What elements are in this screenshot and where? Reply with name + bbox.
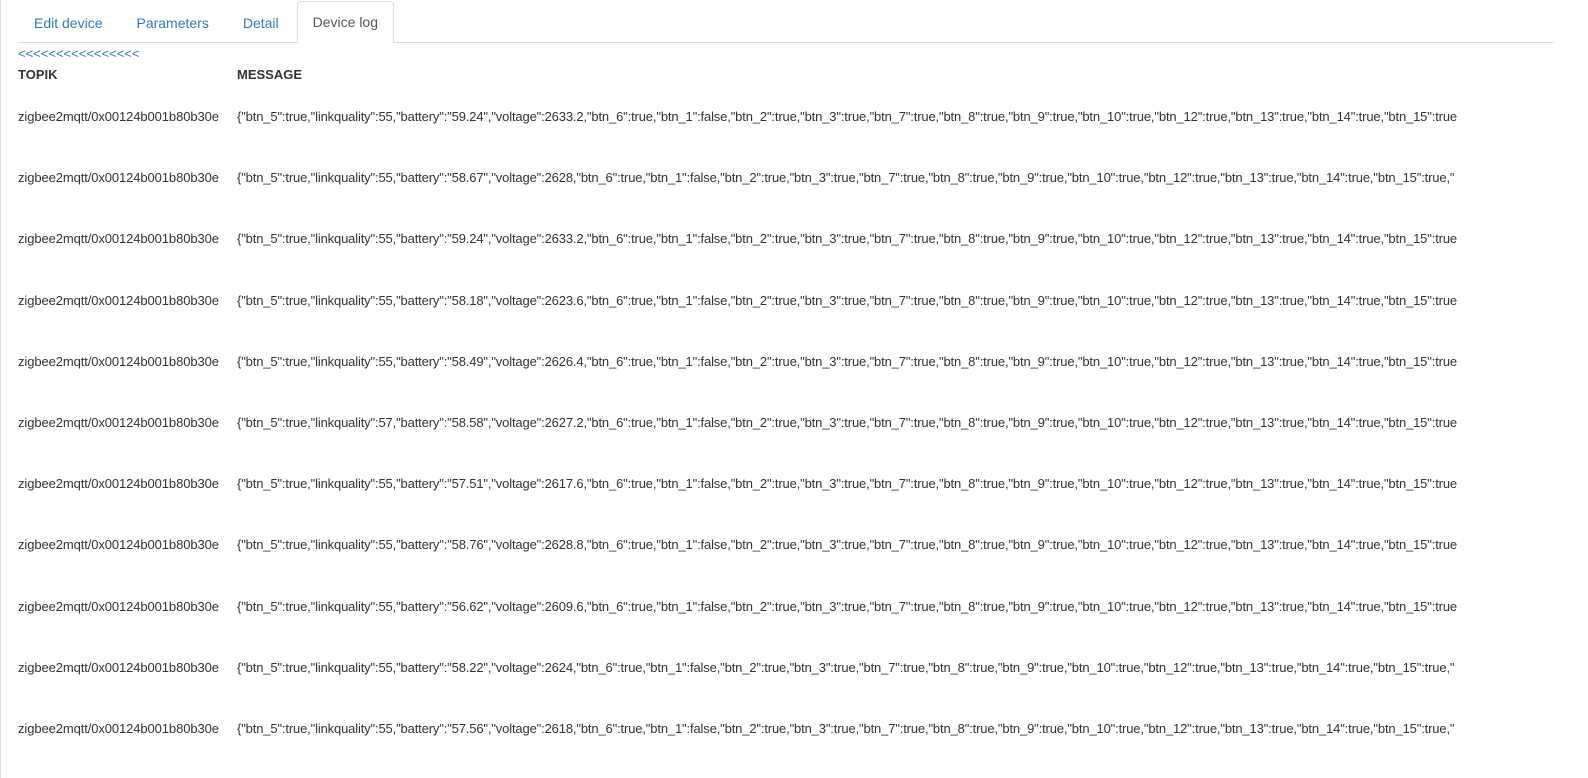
row-message: {"btn_5":true,"linkquality":55,"battery"… xyxy=(237,476,1457,492)
row-message: {"btn_5":true,"linkquality":55,"battery"… xyxy=(237,292,1457,308)
row-topic: zigbee2mqtt/0x00124b001b80b30e xyxy=(18,231,219,247)
back-link[interactable]: <<<<<<<<<<<<<<<< xyxy=(18,46,139,62)
table-row: zigbee2mqtt/0x00124b001b80b30e {"btn_5":… xyxy=(18,637,1588,698)
row-message: {"btn_5":true,"linkquality":57,"battery"… xyxy=(237,415,1457,431)
row-topic: zigbee2mqtt/0x00124b001b80b30e xyxy=(18,353,219,369)
row-topic: zigbee2mqtt/0x00124b001b80b30e xyxy=(18,659,219,675)
row-topic: zigbee2mqtt/0x00124b001b80b30e xyxy=(18,170,219,186)
row-message: {"btn_5":true,"linkquality":55,"battery"… xyxy=(237,720,1455,736)
row-topic: zigbee2mqtt/0x00124b001b80b30e xyxy=(18,109,219,125)
column-header-message: MESSAGE xyxy=(237,66,303,82)
row-message: {"btn_5":true,"linkquality":55,"battery"… xyxy=(237,659,1455,675)
table-row: zigbee2mqtt/0x00124b001b80b30e {"btn_5":… xyxy=(18,514,1588,575)
table-header-row: TOPIK MESSAGE xyxy=(18,62,1588,86)
row-message: {"btn_5":true,"linkquality":55,"battery"… xyxy=(237,537,1457,553)
tab-detail[interactable]: Detail xyxy=(227,2,295,42)
row-message: {"btn_5":true,"linkquality":55,"battery"… xyxy=(237,109,1457,125)
tab-device-log[interactable]: Device log xyxy=(296,1,395,43)
left-border xyxy=(0,0,1,778)
table-row: zigbee2mqtt/0x00124b001b80b30e {"btn_5":… xyxy=(18,392,1588,453)
column-header-topic: TOPIK xyxy=(18,66,58,82)
device-log-page: Edit device Parameters Detail Device log… xyxy=(0,0,1588,778)
tab-edit-device[interactable]: Edit device xyxy=(18,2,118,42)
device-log-table: TOPIK MESSAGE zigbee2mqtt/0x00124b001b80… xyxy=(18,62,1588,759)
table-row: zigbee2mqtt/0x00124b001b80b30e {"btn_5":… xyxy=(18,331,1588,392)
table-row: zigbee2mqtt/0x00124b001b80b30e {"btn_5":… xyxy=(18,270,1588,331)
row-topic: zigbee2mqtt/0x00124b001b80b30e xyxy=(18,537,219,553)
row-topic: zigbee2mqtt/0x00124b001b80b30e xyxy=(18,720,219,736)
table-row: zigbee2mqtt/0x00124b001b80b30e {"btn_5":… xyxy=(18,86,1588,147)
row-topic: zigbee2mqtt/0x00124b001b80b30e xyxy=(18,598,219,614)
row-message: {"btn_5":true,"linkquality":55,"battery"… xyxy=(237,170,1455,186)
table-row: zigbee2mqtt/0x00124b001b80b30e {"btn_5":… xyxy=(18,453,1588,514)
row-message: {"btn_5":true,"linkquality":55,"battery"… xyxy=(237,353,1457,369)
row-message: {"btn_5":true,"linkquality":55,"battery"… xyxy=(237,231,1457,247)
table-row: zigbee2mqtt/0x00124b001b80b30e {"btn_5":… xyxy=(18,576,1588,637)
row-topic: zigbee2mqtt/0x00124b001b80b30e xyxy=(18,292,219,308)
row-message: {"btn_5":true,"linkquality":55,"battery"… xyxy=(237,598,1457,614)
row-topic: zigbee2mqtt/0x00124b001b80b30e xyxy=(18,415,219,431)
device-tabs: Edit device Parameters Detail Device log xyxy=(18,1,1554,43)
row-topic: zigbee2mqtt/0x00124b001b80b30e xyxy=(18,476,219,492)
table-row: zigbee2mqtt/0x00124b001b80b30e {"btn_5":… xyxy=(18,147,1588,208)
tab-parameters[interactable]: Parameters xyxy=(120,2,224,42)
table-row: zigbee2mqtt/0x00124b001b80b30e {"btn_5":… xyxy=(18,698,1588,759)
table-row: zigbee2mqtt/0x00124b001b80b30e {"btn_5":… xyxy=(18,208,1588,269)
